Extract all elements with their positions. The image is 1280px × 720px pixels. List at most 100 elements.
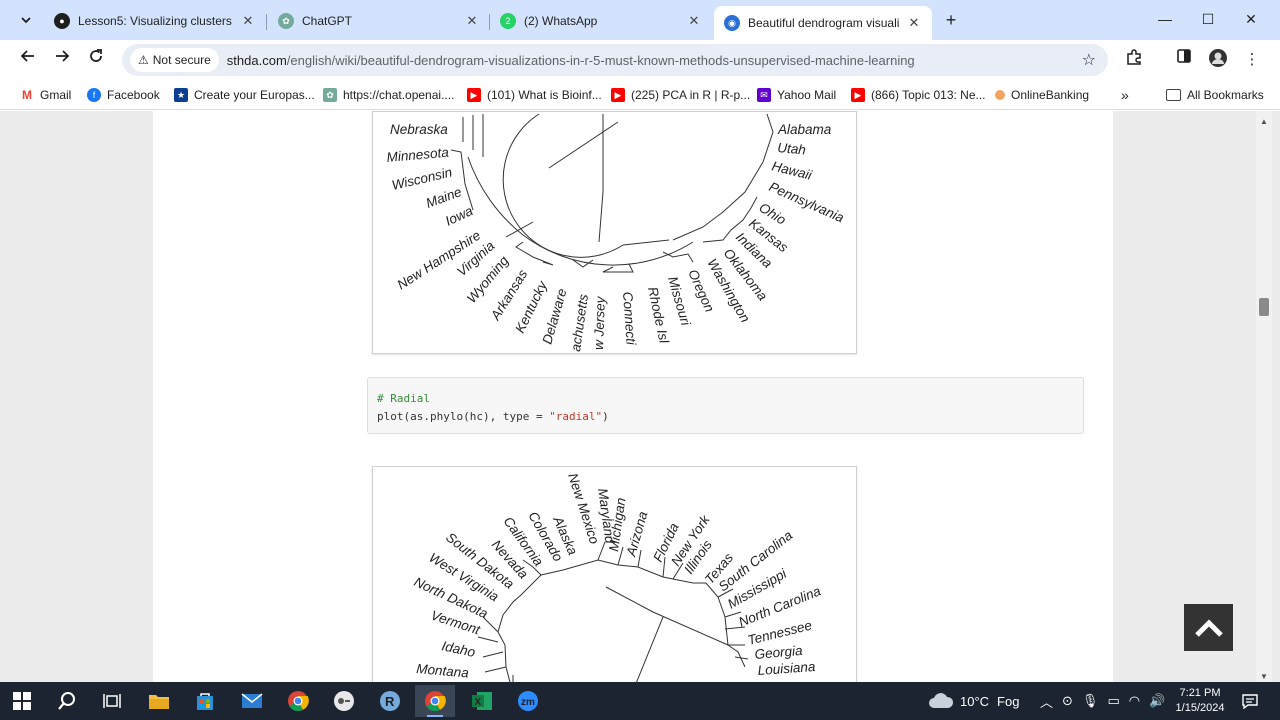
back-button[interactable] (16, 48, 40, 72)
bookmark-chatgpt[interactable]: ✿ https://chat.openai.... (323, 86, 454, 104)
tab-strip: ● Lesson5: Visualizing clusters wi ✕ ✿ C… (0, 0, 1280, 40)
scroll-up-arrow-icon[interactable]: ▲ (1256, 117, 1272, 126)
start-button[interactable] (2, 685, 42, 717)
bookmark-facebook[interactable]: f Facebook (87, 86, 160, 104)
svg-text:zm: zm (521, 697, 535, 708)
yahoo-mail-icon: ✉ (757, 88, 771, 102)
side-panel-icon[interactable] (1172, 48, 1196, 72)
windows-logo-icon (13, 692, 31, 710)
tab-chatgpt[interactable]: ✿ ChatGPT ✕ (268, 6, 490, 36)
taskbar-clock[interactable]: 7:21 PM 1/15/2024 (1170, 686, 1230, 716)
chevron-up-icon[interactable]: ︿ (1040, 692, 1053, 711)
sthda-icon: ◉ (724, 15, 740, 31)
address-bar[interactable]: ⚠ Not secure sthda.com/english/wiki/beau… (122, 44, 1108, 76)
search-icon (58, 692, 75, 710)
bookmark-youtube-bioinf[interactable]: ▶ (101) What is Bioinf... (467, 86, 602, 104)
wifi-icon[interactable]: ◠ (1129, 693, 1140, 709)
tab-lesson5[interactable]: ● Lesson5: Visualizing clusters wi ✕ (44, 6, 266, 36)
bookmark-europass[interactable]: ★ Create your Europas... (174, 86, 315, 104)
more-bookmarks-chevron-icon[interactable]: » (1121, 86, 1129, 104)
close-icon[interactable]: ✕ (240, 13, 256, 29)
github-icon: ● (54, 13, 70, 29)
taskbar-file-explorer[interactable] (139, 685, 179, 717)
extensions-puzzle-icon[interactable] (1122, 48, 1146, 72)
speaker-icon[interactable]: 🔊 (1149, 693, 1165, 709)
chatgpt-icon: ✿ (323, 88, 337, 102)
scrollbar-thumb[interactable] (1259, 298, 1269, 316)
gmail-icon: M (20, 88, 34, 102)
mail-icon (241, 693, 263, 708)
tip-label: Minnesota (386, 145, 450, 165)
bookmark-yahoo-mail[interactable]: ✉ Yahoo Mail (757, 86, 836, 104)
tip-label: Iowa (443, 203, 476, 229)
scroll-down-arrow-icon[interactable]: ▼ (1256, 672, 1272, 681)
close-icon[interactable]: ✕ (906, 15, 922, 31)
back-to-top-button[interactable] (1184, 604, 1233, 651)
fan-dendrogram-plot: Nebraska Minnesota Wisconsin Maine Iowa … (386, 113, 847, 352)
microphone-icon[interactable]: 🎙 (1082, 693, 1099, 709)
close-icon[interactable]: ✕ (464, 13, 480, 29)
all-bookmarks-button[interactable]: All Bookmarks (1166, 86, 1264, 104)
taskbar-chrome[interactable] (278, 685, 318, 717)
code-comment: # Radial (377, 392, 430, 405)
meet-now-icon[interactable]: ⊙ (1062, 693, 1073, 709)
tip-label: Alabama (777, 122, 832, 137)
tip-label: Missouri (665, 275, 694, 328)
taskbar-app-circle[interactable] (324, 685, 364, 717)
task-view-button[interactable] (92, 685, 132, 717)
taskbar-search-button[interactable] (47, 685, 87, 717)
weather-widget[interactable]: 10°C Fog (928, 682, 1019, 720)
tab-dendrogram[interactable]: ◉ Beautiful dendrogram visualizati ✕ (714, 6, 932, 40)
tip-label: w Jersey (591, 295, 608, 350)
tab-search-button[interactable] (12, 8, 40, 32)
code-statement: plot(as.phylo(hc), type = "radial") (377, 410, 609, 423)
taskbar-chrome-active[interactable] (415, 685, 455, 717)
folder-icon (149, 695, 169, 709)
tab-whatsapp[interactable]: 2 (2) WhatsApp ✕ (490, 6, 712, 36)
taskbar-mail[interactable] (232, 685, 272, 717)
bookmark-youtube-topic[interactable]: ▶ (866) Topic 013: Ne... (851, 86, 986, 104)
window-close-button[interactable]: ✕ (1236, 8, 1266, 30)
chevron-down-icon (21, 17, 31, 24)
youtube-icon: ▶ (467, 88, 481, 102)
battery-icon[interactable]: ▭ (1107, 693, 1119, 709)
chrome-icon (288, 691, 309, 712)
code-block[interactable]: # Radial plot(as.phylo(hc), type = "radi… (367, 377, 1084, 434)
zoom-icon: zm (518, 691, 538, 711)
tip-label: Hawaii (770, 158, 814, 183)
bookmark-star-icon[interactable]: ☆ (1082, 50, 1096, 70)
whatsapp-icon: 2 (500, 13, 516, 29)
tip-label: Rhode Isl (645, 286, 672, 346)
profile-avatar[interactable] (1206, 48, 1230, 72)
tip-label: Nebraska (390, 122, 448, 137)
chevron-up-icon (1194, 618, 1223, 637)
page-scrollbar[interactable]: ▲ ▼ (1256, 111, 1272, 685)
radial-dendrogram-figure: New Mexico Maryland Michigan Arizona Flo… (372, 466, 857, 685)
taskbar-r-app[interactable]: R (370, 685, 410, 717)
forward-button[interactable] (50, 48, 74, 72)
close-icon[interactable]: ✕ (686, 13, 702, 29)
bookmark-gmail[interactable]: M Gmail (20, 86, 71, 104)
tip-label: Louisiana (757, 659, 816, 678)
security-chip[interactable]: ⚠ Not secure (130, 48, 219, 72)
notifications-icon[interactable] (1242, 682, 1258, 720)
menu-kebab-icon[interactable]: ⋮ (1240, 48, 1264, 72)
taskbar-store[interactable] (185, 685, 225, 717)
new-tab-button[interactable]: + (940, 9, 962, 31)
youtube-icon: ▶ (611, 88, 625, 102)
bookmark-youtube-pca[interactable]: ▶ (225) PCA in R | R-p... (611, 86, 750, 104)
radial-dendrogram-plot: New Mexico Maryland Michigan Arizona Flo… (412, 471, 823, 684)
maximize-button[interactable]: ☐ (1193, 8, 1223, 30)
minimize-button[interactable]: — (1150, 8, 1180, 30)
europass-icon: ★ (174, 88, 188, 102)
bank-icon (995, 90, 1005, 100)
reload-button[interactable] (84, 48, 108, 72)
cloud-icon (929, 693, 954, 708)
bookmark-onlinebanking[interactable]: OnlineBanking (995, 86, 1089, 104)
taskbar-zoom[interactable]: zm (508, 685, 548, 717)
url-text[interactable]: sthda.com/english/wiki/beautiful-dendrog… (227, 53, 915, 68)
tip-label: Utah (777, 140, 807, 157)
taskbar-excel[interactable]: X (462, 685, 502, 717)
tip-label: Georgia (754, 643, 804, 662)
app-circle-icon (334, 691, 354, 711)
